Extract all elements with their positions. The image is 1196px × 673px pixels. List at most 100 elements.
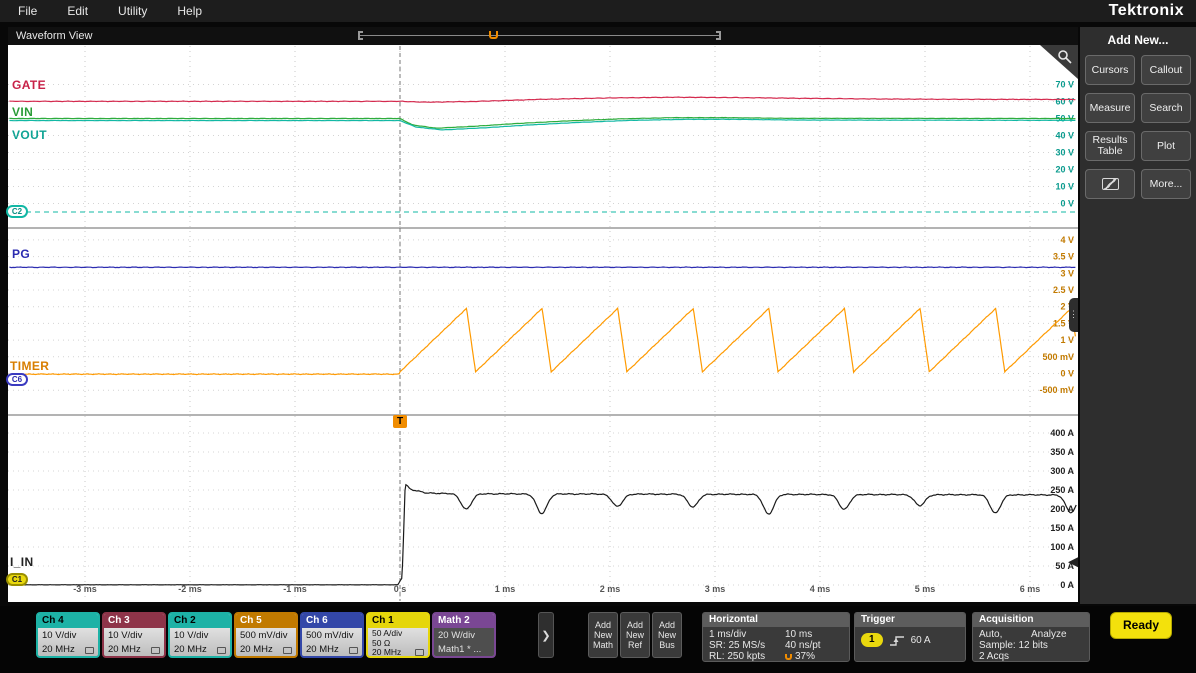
expansion-point-icon[interactable] xyxy=(489,31,498,39)
acquisition-panel[interactable]: Acquisition Auto, Analyze Sample: 12 bit… xyxy=(972,612,1090,662)
trace-vout xyxy=(9,119,1075,130)
channel-badge-ch-6[interactable]: Ch 6500 mV/div20 MHz xyxy=(300,612,364,658)
axis-label: 400 A xyxy=(1050,428,1074,438)
axis-label: 350 A xyxy=(1050,447,1074,457)
trace-label-vin: VIN xyxy=(12,105,33,119)
sample-rate: SR: 25 MS/s xyxy=(709,640,785,651)
add-new-math-button[interactable]: AddNewMath xyxy=(588,612,618,658)
waveform-traces: 70 V60 V50 V40 V30 V20 V10 V0 V4 V3.5 V3… xyxy=(8,45,1078,602)
sidebar-button-plot[interactable]: Plot xyxy=(1141,131,1191,161)
horizontal-duration: 10 ms xyxy=(785,629,812,640)
axis-label: -500 mV xyxy=(1039,385,1074,395)
record-view-left-bracket xyxy=(358,31,363,40)
trace-label-vout: VOUT xyxy=(12,128,47,142)
trigger-title: Trigger xyxy=(855,613,965,627)
time-axis-label: 6 ms xyxy=(1020,584,1041,594)
record-length: RL: 250 kpts xyxy=(709,651,785,662)
channel-badge-ch-2[interactable]: Ch 210 V/div20 MHz xyxy=(168,612,232,658)
trace-pg xyxy=(9,267,1075,268)
channel-marker-c2[interactable]: C2 xyxy=(6,205,28,218)
axis-label: 1 V xyxy=(1060,335,1074,345)
channel-badge-ch-4[interactable]: Ch 410 V/div20 MHz xyxy=(36,612,100,658)
channel-setting: 500 mV/div xyxy=(238,629,294,643)
channel-badges: Ch 410 V/div20 MHzCh 310 V/div20 MHzCh 2… xyxy=(36,612,498,658)
trigger-source-badge: 1 xyxy=(861,633,883,647)
add-new-bus-button[interactable]: AddNewBus xyxy=(652,612,682,658)
channel-badge-ch-5[interactable]: Ch 5500 mV/div20 MHz xyxy=(234,612,298,658)
bandwidth-icon xyxy=(283,647,292,654)
axis-label: 20 V xyxy=(1055,165,1074,175)
axis-label: 0 A xyxy=(1060,580,1074,590)
channel-setting: 10 V/div xyxy=(106,629,162,643)
axis-label: 10 V xyxy=(1055,182,1074,192)
axis-label: 0 V xyxy=(1060,369,1074,379)
menu-item-edit[interactable]: Edit xyxy=(67,4,88,18)
channel-setting: 20 MHz xyxy=(238,643,294,657)
ready-button[interactable]: Ready xyxy=(1110,612,1172,639)
sample-interval: 40 ns/pt xyxy=(785,640,821,651)
axis-label: 250 A xyxy=(1050,485,1074,495)
channel-badge-ch-1[interactable]: Ch 150 A/div50 Ω20 MHz xyxy=(366,612,430,658)
sidebar-button-callout[interactable]: Callout xyxy=(1141,55,1191,85)
horizontal-panel[interactable]: Horizontal 1 ms/div 10 ms SR: 25 MS/s 40… xyxy=(702,612,850,662)
channel-setting: 20 W/div xyxy=(436,629,492,643)
sidebar-button-cursors[interactable]: Cursors xyxy=(1085,55,1135,85)
menu-item-file[interactable]: File xyxy=(18,4,37,18)
waveform-view-header: Waveform View xyxy=(8,27,1078,45)
channel-setting: 20 MHz xyxy=(40,643,96,657)
acquisition-count: 2 Acqs xyxy=(979,651,1083,662)
channel-setting: 20 MHz xyxy=(304,643,360,657)
oscilloscope-app: FileEditUtilityHelp Tektronix Waveform V… xyxy=(0,0,1196,673)
acquisition-title: Acquisition xyxy=(973,613,1089,627)
acquisition-analyze: Analyze xyxy=(1031,629,1067,640)
acquisition-mode: Auto, xyxy=(979,629,1031,640)
channel-badge-title: Math 2 xyxy=(434,614,494,628)
badge-expander-button[interactable]: ❯ xyxy=(538,612,554,658)
settings-bar: Ch 410 V/div20 MHzCh 310 V/div20 MHzCh 2… xyxy=(0,606,1196,673)
channel-badge-title: Ch 6 xyxy=(302,614,362,628)
channel-setting: Math1 * ... xyxy=(436,643,492,657)
mask-tool-icon xyxy=(1102,178,1119,190)
time-axis-label: 5 ms xyxy=(915,584,936,594)
channel-badge-title: Ch 4 xyxy=(38,614,98,628)
sidebar-button-measure[interactable]: Measure xyxy=(1085,93,1135,123)
drawer-handle[interactable]: ⋮ xyxy=(1069,298,1078,332)
trace-vin xyxy=(9,118,1075,129)
sidebar-button-results-table[interactable]: Results Table xyxy=(1085,131,1135,161)
menu-item-help[interactable]: Help xyxy=(177,4,202,18)
trigger-indicator[interactable]: T xyxy=(393,415,407,428)
bandwidth-icon xyxy=(415,649,424,656)
horizontal-scale: 1 ms/div xyxy=(709,629,785,640)
axis-label: 150 A xyxy=(1050,523,1074,533)
channel-marker-c6[interactable]: C6 xyxy=(6,373,28,386)
trace-label-i_in: I_IN xyxy=(10,555,34,569)
add-new-ref-button[interactable]: AddNewRef xyxy=(620,612,650,658)
time-axis-label: -2 ms xyxy=(178,584,202,594)
axis-label: 100 A xyxy=(1050,542,1074,552)
trace-label-pg: PG xyxy=(12,247,30,261)
expansion-point-icon xyxy=(785,654,792,660)
channel-badge-ch-3[interactable]: Ch 310 V/div20 MHz xyxy=(102,612,166,658)
record-view-right-bracket xyxy=(716,31,721,40)
sidebar-button-search[interactable]: Search xyxy=(1141,93,1191,123)
trace-timer xyxy=(9,308,1075,374)
bandwidth-icon xyxy=(151,647,160,654)
time-axis-label: 3 ms xyxy=(705,584,726,594)
trigger-panel[interactable]: Trigger 1 60 A xyxy=(854,612,966,662)
channel-badge-math-2[interactable]: Math 220 W/divMath1 * ... xyxy=(432,612,496,658)
bandwidth-icon xyxy=(217,647,226,654)
time-axis-label: 4 ms xyxy=(810,584,831,594)
trace-iin xyxy=(9,485,1076,585)
channel-badge-title: Ch 1 xyxy=(368,614,428,628)
channel-setting: 10 V/div xyxy=(40,629,96,643)
sidebar-button-more[interactable]: More... xyxy=(1141,169,1191,199)
axis-label: 4 V xyxy=(1060,235,1074,245)
trace-gate xyxy=(9,97,1075,102)
trace-label-timer: TIMER xyxy=(10,359,49,373)
sidebar-button-tool[interactable] xyxy=(1085,169,1135,199)
record-view-slider[interactable] xyxy=(358,35,721,36)
channel-marker-c1[interactable]: C1 xyxy=(6,573,28,586)
waveform-view-title: Waveform View xyxy=(16,30,92,42)
menu-item-utility[interactable]: Utility xyxy=(118,4,147,18)
axis-label: 3 V xyxy=(1060,268,1074,278)
